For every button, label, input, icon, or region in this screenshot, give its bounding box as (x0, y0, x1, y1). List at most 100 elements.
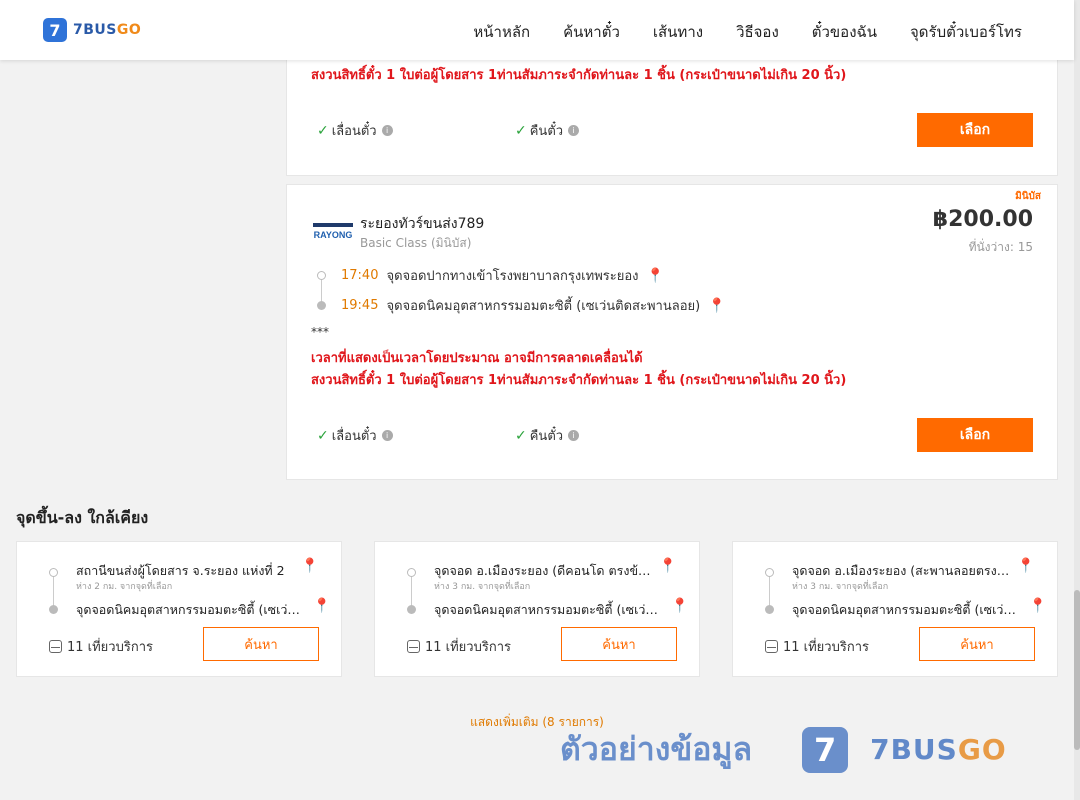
departure-location: จุดจอดปากทางเข้าโรงพยาบาลกรุงเทพระยอง (386, 269, 639, 284)
arrival-time: 19:45 (341, 298, 379, 313)
map-pin-icon[interactable]: 📍 (708, 298, 725, 314)
map-pin-icon[interactable]: 📍 (1017, 558, 1034, 574)
nearby-distance: ห่าง 3 กม. จากจุดที่เลือก (434, 582, 531, 592)
route-line (769, 572, 770, 608)
destination-dot (317, 301, 326, 310)
departure-time: 17:40 (341, 268, 379, 283)
map-pin-icon[interactable]: 📍 (647, 268, 664, 284)
top-navbar: 7 7BUSGO หน้าหลัก ค้นหาตั๋ว เส้นทาง วิธี… (0, 0, 1074, 60)
vehicle-type-badge: มินิบัส (1015, 191, 1041, 202)
feature-label: เลื่อนตั๋ว (331, 429, 377, 444)
nav-ticket-pickup[interactable]: จุดรับตั๋วเบอร์โทร (910, 20, 1022, 44)
map-pin-icon[interactable]: 📍 (301, 558, 318, 574)
nearby-destination: จุดจอดนิคมอุตสาหกรรมอมตะซิตี้ (เซเว่นติด… (792, 602, 1024, 617)
feature-label: คืนตั๋ว (529, 429, 564, 444)
route-line (411, 572, 412, 608)
info-icon[interactable]: i (381, 125, 393, 136)
trip-card: สงวนสิทธิ์ตั๋ว 1 ใบต่อผู้โดยสาร 1ท่านสัม… (286, 48, 1058, 176)
sample-watermark: ตัวอย่างข้อมูล 7 7BUSGO (560, 724, 1007, 775)
seats-available: ที่นั่งว่าง: 15 (968, 240, 1033, 254)
operator-logo: RAYONG (313, 223, 353, 240)
luggage-note: สงวนสิทธิ์ตั๋ว 1 ใบต่อผู้โดยสาร 1ท่านสัม… (311, 373, 847, 388)
feature-reschedule: ✓ เลื่อนตั๋ว i (317, 425, 515, 446)
nearby-stops-heading: จุดขึ้น-ลง ใกล้เคียง (16, 508, 149, 527)
page-scrollbar[interactable] (1074, 0, 1080, 800)
nearby-search-button[interactable]: ค้นหา (203, 627, 319, 661)
nearby-origin: สถานีขนส่งผู้โดยสาร จ.ระยอง แห่งที่ 2 (76, 563, 285, 578)
bus-icon (49, 640, 62, 653)
info-icon[interactable]: i (381, 430, 393, 441)
nearby-stop-card: จุดจอด อ.เมืองระยอง (ดีคอนโด ตรงข้ามตลาด… (374, 541, 700, 677)
map-pin-icon[interactable]: 📍 (1029, 598, 1046, 614)
feature-label: คืนตั๋ว (529, 124, 564, 139)
check-icon: ✓ (515, 122, 527, 139)
service-class: Basic Class (มินิบัส) (360, 236, 472, 250)
nav-search-tickets[interactable]: ค้นหาตั๋ว (563, 20, 620, 44)
nav-home[interactable]: หน้าหลัก (473, 20, 530, 44)
main-nav: หน้าหลัก ค้นหาตั๋ว เส้นทาง วิธีจอง ตั๋วข… (473, 20, 1022, 44)
map-pin-icon[interactable]: 📍 (659, 558, 676, 574)
site-logo[interactable]: 7 7BUSGO (43, 18, 141, 42)
scrollbar-thumb[interactable] (1074, 590, 1080, 750)
trip-card: มินิบัส RAYONG ระยองทัวร์ขนส่ง789 Basic … (286, 184, 1058, 480)
check-icon: ✓ (515, 427, 527, 444)
arrival-stop: 19:45 จุดจอดนิคมอุตสาหกรรมอมตะซิตี้ (เซเ… (341, 295, 726, 316)
map-pin-icon[interactable]: 📍 (671, 598, 688, 614)
note-separator: *** (311, 325, 329, 339)
bus-icon (407, 640, 420, 653)
origin-dot (49, 568, 58, 577)
feature-refund: ✓ คืนตั๋ว i (515, 120, 713, 141)
trip-count-label: 11 เที่ยวบริการ (425, 640, 511, 655)
nearby-distance: ห่าง 3 กม. จากจุดที่เลือก (792, 582, 889, 592)
trip-features: ✓ เลื่อนตั๋ว i ✓ คืนตั๋ว i (317, 120, 713, 141)
trip-count: 11 เที่ยวบริการ (49, 636, 153, 657)
info-icon[interactable]: i (568, 125, 580, 136)
nearby-stop-card: จุดจอด อ.เมืองระยอง (สะพานลอยตรงข้ามห้าง… (732, 541, 1058, 677)
operator-name: ระยองทัวร์ขนส่ง789 (360, 216, 485, 232)
destination-dot (49, 605, 58, 614)
check-icon: ✓ (317, 427, 329, 444)
luggage-note: สงวนสิทธิ์ตั๋ว 1 ใบต่อผู้โดยสาร 1ท่านสัม… (311, 68, 847, 83)
select-trip-button[interactable]: เลือก (917, 418, 1033, 452)
route-line (53, 572, 54, 608)
trip-count-label: 11 เที่ยวบริการ (783, 640, 869, 655)
destination-dot (407, 605, 416, 614)
feature-reschedule: ✓ เลื่อนตั๋ว i (317, 120, 515, 141)
nearby-destination: จุดจอดนิคมอุตสาหกรรมอมตะซิตี้ (เซเว่นติด… (76, 602, 308, 617)
map-pin-icon[interactable]: 📍 (313, 598, 330, 614)
watermark-brand: 7BUSGO (870, 733, 1007, 766)
nearby-distance: ห่าง 2 กม. จากจุดที่เลือก (76, 582, 173, 592)
departure-stop: 17:40 จุดจอดปากทางเข้าโรงพยาบาลกรุงเทพระ… (341, 265, 664, 286)
nearby-search-button[interactable]: ค้นหา (561, 627, 677, 661)
arrival-location: จุดจอดนิคมอุตสาหกรรมอมตะซิตี้ (เซเว่นติด… (386, 299, 701, 314)
origin-dot (407, 568, 416, 577)
trip-count: 11 เที่ยวบริการ (765, 636, 869, 657)
watermark-logo: 7 (802, 726, 849, 773)
info-icon[interactable]: i (568, 430, 580, 441)
trip-count: 11 เที่ยวบริการ (407, 636, 511, 657)
logo-mark: 7 (43, 18, 67, 42)
nav-how-to-book[interactable]: วิธีจอง (736, 20, 779, 44)
check-icon: ✓ (317, 122, 329, 139)
time-disclaimer: เวลาที่แสดงเป็นเวลาโดยประมาณ อาจมีการคลา… (311, 351, 643, 366)
logo-text: 7BUSGO (73, 22, 142, 38)
origin-dot (765, 568, 774, 577)
trip-count-label: 11 เที่ยวบริการ (67, 640, 153, 655)
trip-features: ✓ เลื่อนตั๋ว i ✓ คืนตั๋ว i (317, 425, 713, 446)
route-line (321, 277, 322, 303)
bus-icon (765, 640, 778, 653)
nearby-origin: จุดจอด อ.เมืองระยอง (สะพานลอยตรงข้ามห้าง… (792, 563, 1014, 578)
feature-label: เลื่อนตั๋ว (331, 124, 377, 139)
nearby-search-button[interactable]: ค้นหา (919, 627, 1035, 661)
feature-refund: ✓ คืนตั๋ว i (515, 425, 713, 446)
nav-routes[interactable]: เส้นทาง (653, 20, 703, 44)
nearby-destination: จุดจอดนิคมอุตสาหกรรมอมตะซิตี้ (เซเว่นติด… (434, 602, 666, 617)
nav-my-tickets[interactable]: ตั๋วของฉัน (812, 20, 877, 44)
nearby-origin: จุดจอด อ.เมืองระยอง (ดีคอนโด ตรงข้ามตลาด… (434, 563, 656, 578)
nearby-stop-card: สถานีขนส่งผู้โดยสาร จ.ระยอง แห่งที่ 2 📍 … (16, 541, 342, 677)
select-trip-button[interactable]: เลือก (917, 113, 1033, 147)
operator-logo-text: RAYONG (314, 230, 353, 240)
watermark-text: ตัวอย่างข้อมูล (560, 730, 753, 768)
origin-dot (317, 271, 326, 280)
ticket-price: ฿200.00 (932, 207, 1033, 232)
